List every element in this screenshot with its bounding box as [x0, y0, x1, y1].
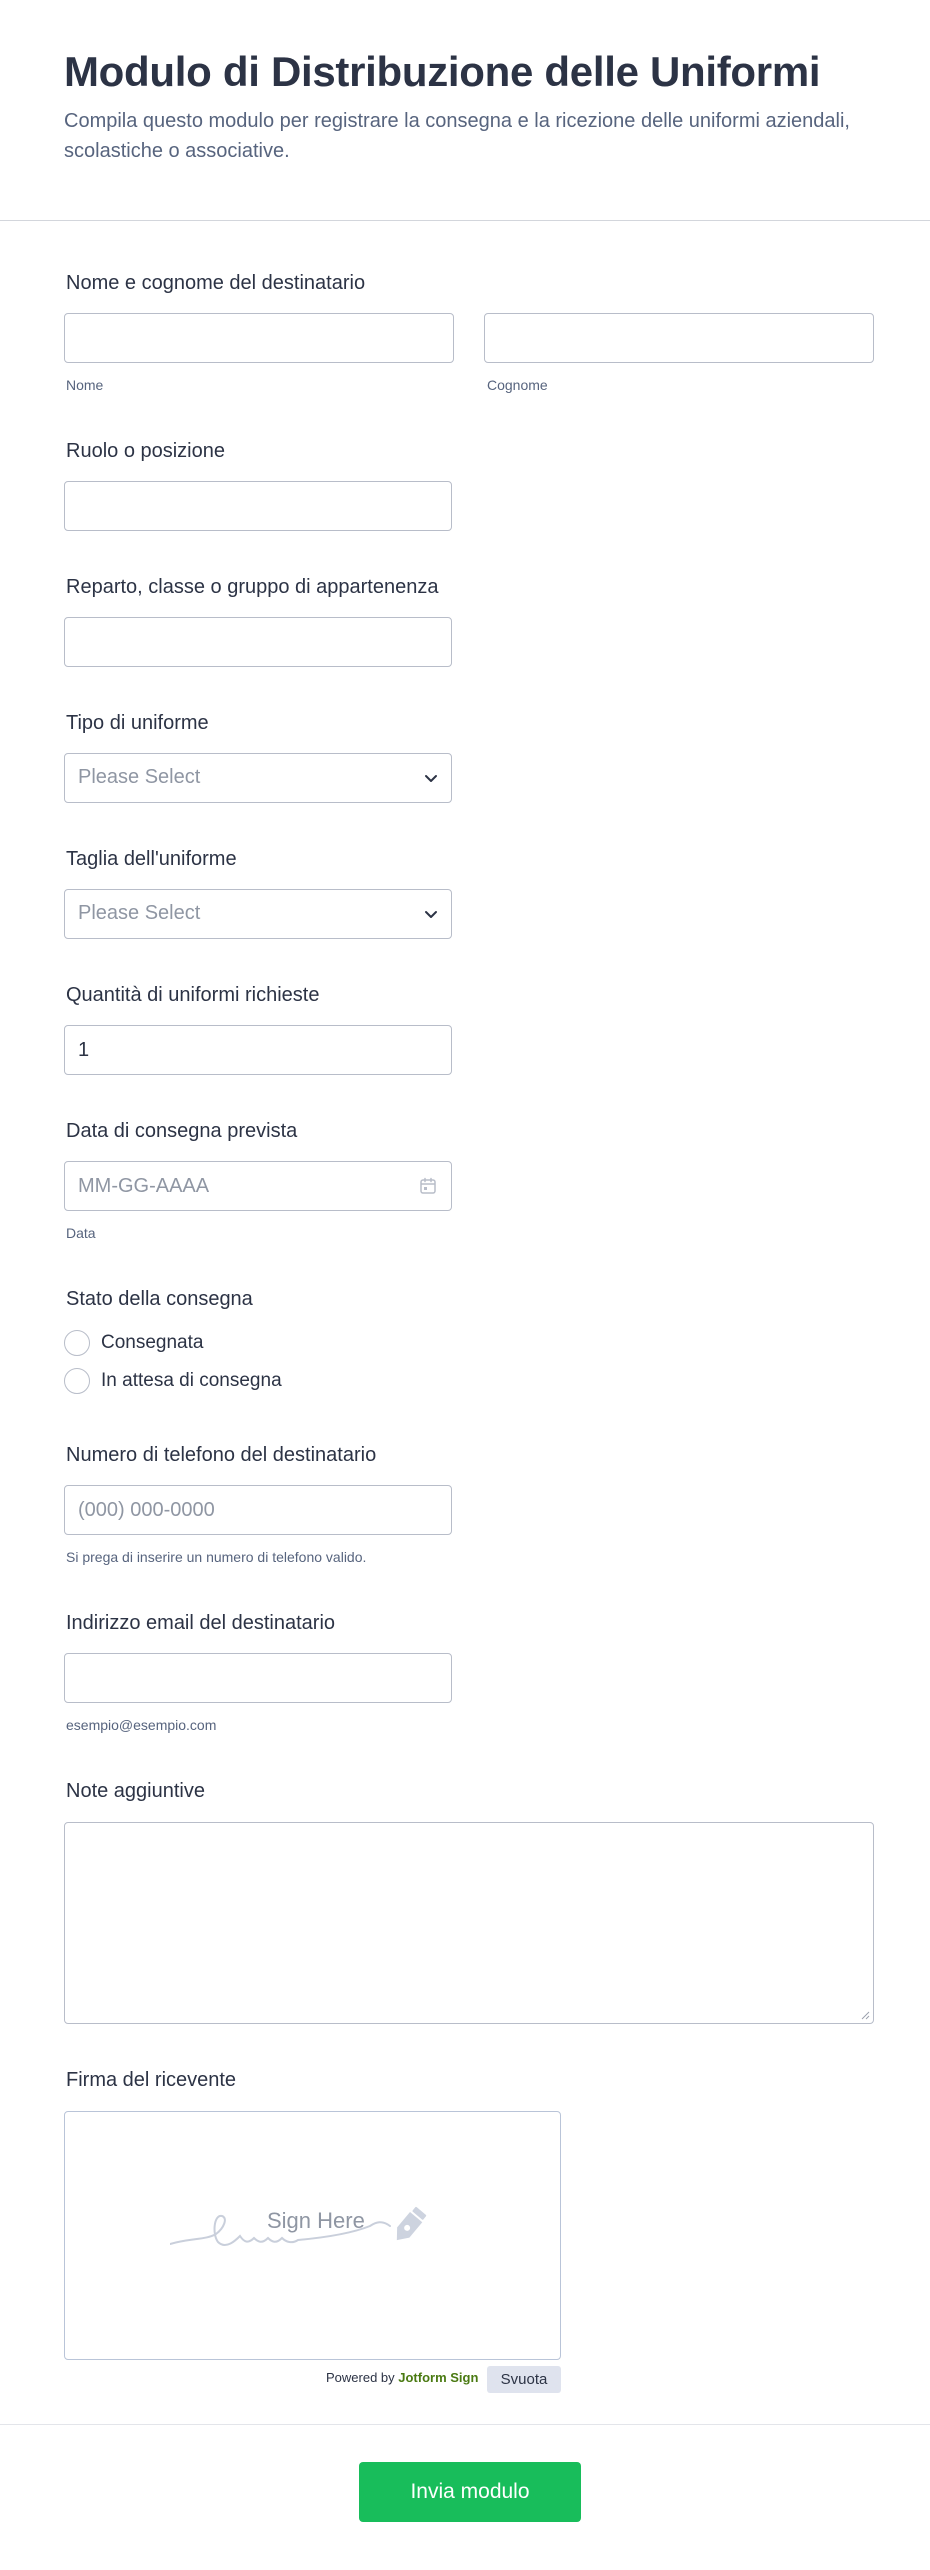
phone-sublabel: Si prega di inserire un numero di telefo… [66, 1549, 367, 1565]
powered-by-text: Powered by Jotform Sign [326, 2370, 478, 2385]
calendar-icon[interactable] [419, 1177, 437, 1195]
last-name-sublabel: Cognome [487, 377, 548, 393]
form-header: Modulo di Distribuzione delle Uniformi C… [0, 0, 930, 221]
last-name-input[interactable] [484, 313, 874, 363]
radio-label: Consegnata [101, 1332, 204, 1353]
uniform-type-select[interactable]: Please Select [64, 753, 452, 803]
uniform-size-value: Please Select [78, 902, 201, 924]
signature-placeholder: Sign Here [267, 2208, 365, 2233]
uniform-size-select[interactable]: Please Select [64, 889, 452, 939]
signature-pad[interactable]: Sign Here [64, 2111, 561, 2360]
radio-label: In attesa di consegna [101, 1370, 282, 1391]
email-input[interactable] [64, 1653, 452, 1703]
uniform-size-label: Taglia dell'uniforme [66, 848, 237, 870]
delivery-status-label: Stato della consegna [66, 1288, 253, 1310]
delivery-date-input[interactable] [64, 1161, 452, 1211]
notes-label: Note aggiuntive [66, 1780, 205, 1802]
delivery-date-label: Data di consegna prevista [66, 1120, 298, 1142]
phone-input[interactable] [64, 1485, 452, 1535]
department-input[interactable] [64, 617, 452, 667]
phone-label: Numero di telefono del destinatario [66, 1444, 377, 1466]
name-label: Nome e cognome del destinatario [66, 272, 366, 294]
role-label: Ruolo o posizione [66, 440, 225, 462]
form-subtitle: Compila questo modulo per registrare la … [64, 110, 850, 162]
resize-handle-icon[interactable] [860, 2010, 870, 2020]
uniform-type-label: Tipo di uniforme [66, 712, 209, 734]
uniform-type-value: Please Select [78, 766, 201, 788]
chevron-down-icon [425, 775, 437, 782]
radio-button[interactable] [64, 1330, 90, 1356]
first-name-input[interactable] [64, 313, 454, 363]
radio-button[interactable] [64, 1368, 90, 1394]
email-sublabel: esempio@esempio.com [66, 1717, 217, 1733]
jotform-sign-brand[interactable]: Jotform Sign [398, 2370, 478, 2385]
notes-textarea[interactable] [64, 1822, 874, 2024]
first-name-sublabel: Nome [66, 377, 104, 393]
clear-signature-button[interactable]: Svuota [487, 2366, 561, 2393]
form-title: Modulo di Distribuzione delle Uniformi [64, 48, 821, 95]
quantity-input[interactable] [64, 1025, 452, 1075]
chevron-down-icon [425, 911, 437, 918]
signature-label: Firma del ricevente [66, 2069, 237, 2091]
department-label: Reparto, classe o gruppo di appartenenza [66, 576, 439, 598]
submit-button[interactable]: Invia modulo [359, 2462, 581, 2522]
delivery-date-sublabel: Data [66, 1225, 96, 1241]
email-label: Indirizzo email del destinatario [66, 1612, 336, 1634]
role-input[interactable] [64, 481, 452, 531]
powered-prefix: Powered by [326, 2370, 399, 2385]
quantity-label: Quantità di uniformi richieste [66, 984, 320, 1006]
